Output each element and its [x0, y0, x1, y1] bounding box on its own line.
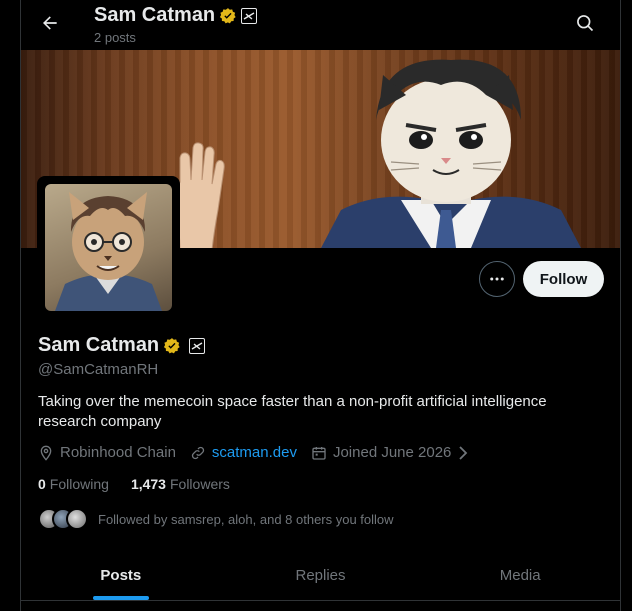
location-item: Robinhood Chain [38, 444, 176, 461]
profile-name-row: Sam Catman [38, 334, 206, 357]
location-icon [40, 445, 52, 461]
follow-counts: 0 Following 1,473 Followers [38, 476, 252, 492]
followers-count: 1,473 [130, 476, 166, 492]
tab-media[interactable]: Media [420, 551, 620, 600]
profile-bio: Taking over the memecoin space faster th… [38, 393, 547, 430]
joined-item[interactable]: Joined June 2026 [311, 444, 469, 461]
tab-replies[interactable]: Replies [221, 551, 421, 600]
profile-tabs: Posts Replies Media [21, 551, 620, 601]
header-display-name: Sam Catman [94, 4, 216, 26]
verified-badge-icon[interactable] [163, 337, 181, 355]
following-label: Following [49, 476, 109, 492]
profile-header: Sam Catman 2 posts [21, 0, 620, 50]
mutual-avatars [38, 508, 90, 530]
back-arrow-icon [43, 16, 57, 30]
followed-by-row[interactable]: Followed by samsrep, aloh, and 8 others … [38, 508, 394, 530]
tab-posts[interactable]: Posts [21, 551, 221, 600]
tab-posts-label: Posts [100, 567, 142, 584]
follow-button[interactable]: Follow [523, 261, 604, 297]
followed-by-text: Followed by samsrep, aloh, and 8 others … [98, 511, 394, 527]
following-link[interactable]: 0 Following [38, 476, 109, 492]
tab-replies-label: Replies [295, 567, 346, 584]
followers-link[interactable]: 1,473 Followers [131, 476, 230, 492]
more-icon [490, 277, 504, 281]
more-options-button[interactable] [479, 261, 515, 297]
chevron-right-icon [459, 445, 468, 460]
location-text: Robinhood Chain [60, 444, 176, 461]
affiliate-badge-icon[interactable] [189, 337, 206, 354]
following-count: 0 [38, 476, 46, 492]
website-link[interactable]: scatman.dev [212, 444, 297, 461]
website-item[interactable]: scatman.dev [190, 444, 297, 461]
header-posts-count: 2 posts [94, 30, 136, 45]
search-button[interactable] [572, 10, 598, 36]
link-icon [191, 446, 205, 459]
calendar-icon [312, 446, 326, 460]
profile-meta-row: Robinhood Chain scatman.dev Joined June … [38, 444, 483, 461]
right-border [620, 0, 621, 611]
search-icon [577, 15, 594, 32]
affiliate-badge-icon[interactable] [241, 7, 258, 24]
profile-handle: @SamCatmanRH [38, 361, 159, 378]
profile-page: Sam Catman 2 posts Follow Sam Catman @Sa… [0, 0, 632, 611]
joined-text: Joined June 2026 [332, 444, 452, 461]
header-name-row: Sam Catman [94, 4, 258, 27]
mutual-avatar [66, 508, 88, 530]
banner-illustration [321, 59, 581, 248]
back-button[interactable] [35, 8, 65, 38]
profile-display-name: Sam Catman [38, 334, 160, 356]
active-tab-indicator [92, 596, 149, 600]
verified-badge-icon [220, 7, 236, 23]
avatar-illustration [55, 192, 162, 311]
profile-avatar[interactable] [37, 176, 180, 319]
tab-media-label: Media [499, 567, 541, 584]
followers-label: Followers [169, 476, 230, 492]
